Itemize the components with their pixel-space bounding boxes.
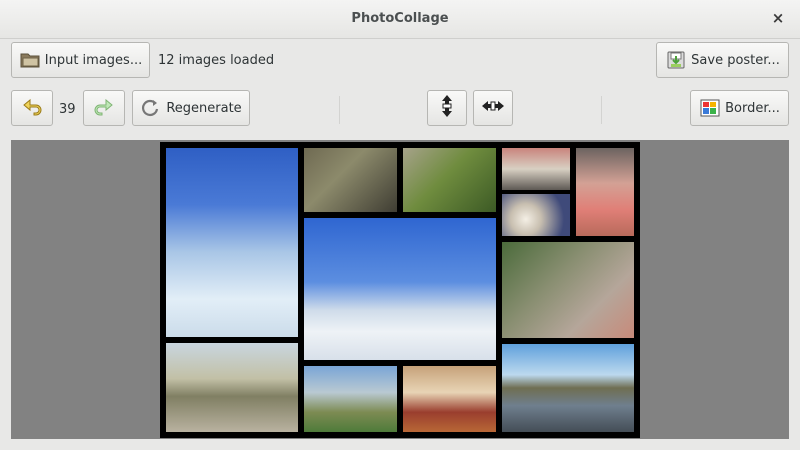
undo-icon (21, 96, 43, 120)
collage-photo[interactable] (502, 242, 634, 338)
collage-photo[interactable] (502, 148, 570, 190)
collage-photo[interactable] (403, 366, 496, 432)
collage-photo[interactable] (502, 344, 634, 432)
app-window: PhotoCollage × Input images... 12 images… (0, 0, 800, 450)
window-title: PhotoCollage (351, 11, 449, 26)
title-bar: PhotoCollage × (0, 0, 800, 39)
regenerate-button[interactable]: Regenerate (132, 90, 250, 126)
save-poster-label: Save poster... (691, 52, 780, 68)
collage-photo[interactable] (304, 148, 397, 212)
collage-photo[interactable] (403, 148, 496, 212)
save-poster-button[interactable]: Save poster... (656, 42, 789, 78)
redo-icon (93, 96, 115, 120)
collage-photo[interactable] (166, 343, 298, 432)
vertical-resize-button[interactable] (427, 90, 467, 126)
toolbar-separator (601, 96, 602, 124)
vertical-resize-icon (440, 94, 454, 122)
undo-button[interactable] (11, 90, 53, 126)
border-button[interactable]: Border... (690, 90, 789, 126)
collage-photo[interactable] (304, 366, 397, 432)
collage-poster[interactable] (160, 142, 640, 438)
color-palette-icon (699, 98, 721, 118)
save-icon (665, 50, 687, 70)
input-images-button[interactable]: Input images... (11, 42, 150, 78)
folder-icon (19, 50, 41, 70)
history-count: 39 (59, 102, 76, 117)
refresh-icon (140, 98, 162, 118)
regenerate-label: Regenerate (166, 100, 242, 116)
collage-photo[interactable] (304, 218, 496, 360)
redo-button[interactable] (83, 90, 125, 126)
collage-photo[interactable] (576, 148, 634, 236)
horizontal-resize-icon (481, 99, 505, 117)
images-loaded-status: 12 images loaded (158, 53, 275, 68)
collage-photo[interactable] (502, 194, 570, 236)
toolbar-separator (339, 96, 340, 124)
input-images-label: Input images... (44, 52, 143, 68)
collage-photo[interactable] (166, 148, 298, 337)
horizontal-resize-button[interactable] (473, 90, 513, 126)
border-label: Border... (725, 100, 780, 116)
close-icon[interactable]: × (770, 10, 786, 26)
